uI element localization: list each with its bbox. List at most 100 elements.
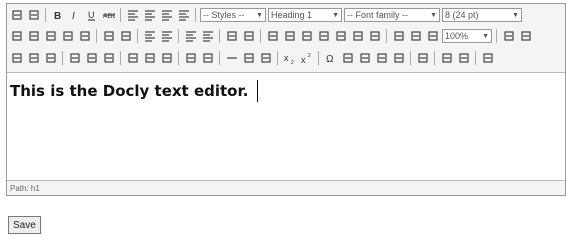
numbered-list-icon[interactable] xyxy=(159,29,174,44)
spellcheck-icon[interactable] xyxy=(357,51,372,66)
merge-cells-icon[interactable] xyxy=(200,51,215,66)
text-editor: B I U ABC -- Styles -- ▼ Heading 1 ▼ -- Font fam… xyxy=(6,3,566,196)
fullscreen-icon[interactable] xyxy=(480,51,495,66)
align-left-icon[interactable] xyxy=(125,8,140,23)
toolbar-separator xyxy=(219,51,220,65)
hr-icon[interactable] xyxy=(224,51,239,66)
svg-text:I: I xyxy=(72,11,75,21)
toolbar-separator xyxy=(120,8,121,22)
svg-text:ABC: ABC xyxy=(103,13,115,20)
toolbar-separator xyxy=(260,29,261,43)
toolbar-separator xyxy=(277,51,278,65)
superscript-icon[interactable]: x2 xyxy=(299,51,314,66)
toolbar-separator xyxy=(45,8,46,22)
find-icon[interactable] xyxy=(101,29,116,44)
toolbar-separator xyxy=(62,51,63,65)
strikethrough-icon[interactable]: ABC xyxy=(101,8,116,23)
zoom-select[interactable]: 100% ▼ xyxy=(442,29,492,43)
bold-icon[interactable]: B xyxy=(50,8,65,23)
svg-text:B: B xyxy=(54,11,61,21)
copy-icon[interactable] xyxy=(26,29,41,44)
editor-heading-text[interactable]: This is the Docly text editor. xyxy=(10,82,248,100)
backcolor-icon[interactable] xyxy=(518,29,533,44)
cleanup-icon[interactable] xyxy=(333,29,348,44)
toolbar-row-3: x2x2Ω xyxy=(7,49,565,67)
underline-icon[interactable]: U xyxy=(84,8,99,23)
image-icon[interactable] xyxy=(316,29,331,44)
font-size-select[interactable]: 8 (24 pt) ▼ xyxy=(442,8,522,22)
link-icon[interactable] xyxy=(265,29,280,44)
outdent-icon[interactable] xyxy=(183,29,198,44)
subscript-icon[interactable]: x2 xyxy=(282,51,297,66)
align-justify-icon[interactable] xyxy=(176,8,191,23)
italic-icon[interactable]: I xyxy=(67,8,82,23)
forecolor-icon[interactable] xyxy=(501,29,516,44)
visual-aid-icon[interactable] xyxy=(258,51,273,66)
cut-icon[interactable] xyxy=(9,29,24,44)
toolbar-separator xyxy=(120,51,121,65)
media-icon[interactable] xyxy=(374,51,389,66)
replace-icon[interactable] xyxy=(118,29,133,44)
toolbar-separator xyxy=(178,51,179,65)
toolbar-separator xyxy=(137,29,138,43)
preview-icon[interactable] xyxy=(425,29,440,44)
split-cells-icon[interactable] xyxy=(183,51,198,66)
text-caret xyxy=(257,80,258,102)
undo-icon[interactable] xyxy=(224,29,239,44)
styles-select-value: -- Styles -- xyxy=(203,10,245,20)
format-select[interactable]: Heading 1 ▼ xyxy=(268,8,342,22)
unlink-icon[interactable] xyxy=(282,29,297,44)
insert-col-before-icon[interactable] xyxy=(125,51,140,66)
svg-text:2: 2 xyxy=(308,53,311,59)
toolbar-separator xyxy=(318,51,319,65)
insert-row-before-icon[interactable] xyxy=(67,51,82,66)
align-right-icon[interactable] xyxy=(159,8,174,23)
font-family-select-value: -- Font family -- xyxy=(347,10,409,20)
cell-props-icon[interactable] xyxy=(43,51,58,66)
rtl-icon[interactable] xyxy=(456,51,471,66)
code-icon[interactable] xyxy=(367,29,382,44)
insert-time-icon[interactable] xyxy=(408,29,423,44)
editor-content-area[interactable]: This is the Docly text editor. xyxy=(7,72,565,181)
svg-text:2: 2 xyxy=(291,60,294,64)
redo-icon[interactable] xyxy=(241,29,256,44)
anchor-icon[interactable] xyxy=(299,29,314,44)
row-props-icon[interactable] xyxy=(26,51,41,66)
toolbar-row-2: 100% ▼ xyxy=(7,27,565,45)
toolbar-separator xyxy=(96,29,97,43)
svg-text:x: x xyxy=(301,55,306,64)
toolbar-separator xyxy=(178,29,179,43)
help-icon[interactable] xyxy=(350,29,365,44)
font-family-select[interactable]: -- Font family -- ▼ xyxy=(344,8,440,22)
toolbar-separator xyxy=(475,51,476,65)
print-icon[interactable] xyxy=(415,51,430,66)
toolbar-separator xyxy=(219,29,220,43)
toolbar-separator xyxy=(434,51,435,65)
paste-icon[interactable] xyxy=(43,29,58,44)
save-button[interactable]: Save xyxy=(8,216,41,234)
advhr-icon[interactable] xyxy=(391,51,406,66)
insert-date-icon[interactable] xyxy=(391,29,406,44)
zoom-select-value: 100% xyxy=(445,31,469,41)
bullet-list-icon[interactable] xyxy=(142,29,157,44)
new-document-icon[interactable] xyxy=(26,8,41,23)
svg-text:Ω: Ω xyxy=(326,54,334,64)
save-icon[interactable] xyxy=(9,8,24,23)
indent-icon[interactable] xyxy=(200,29,215,44)
insert-row-after-icon[interactable] xyxy=(84,51,99,66)
insert-col-after-icon[interactable] xyxy=(142,51,157,66)
font-size-select-value: 8 (24 pt) xyxy=(445,10,479,20)
remove-format-icon[interactable] xyxy=(241,51,256,66)
delete-row-icon[interactable] xyxy=(101,51,116,66)
paste-text-icon[interactable] xyxy=(60,29,75,44)
table-icon[interactable] xyxy=(9,51,24,66)
ltr-icon[interactable] xyxy=(439,51,454,66)
delete-col-icon[interactable] xyxy=(159,51,174,66)
svg-text:x: x xyxy=(284,53,289,63)
emotions-icon[interactable] xyxy=(340,51,355,66)
chevron-down-icon: ▼ xyxy=(512,11,519,19)
paste-word-icon[interactable] xyxy=(77,29,92,44)
charmap-icon[interactable]: Ω xyxy=(323,51,338,66)
styles-select[interactable]: -- Styles -- ▼ xyxy=(200,8,266,22)
align-center-icon[interactable] xyxy=(142,8,157,23)
